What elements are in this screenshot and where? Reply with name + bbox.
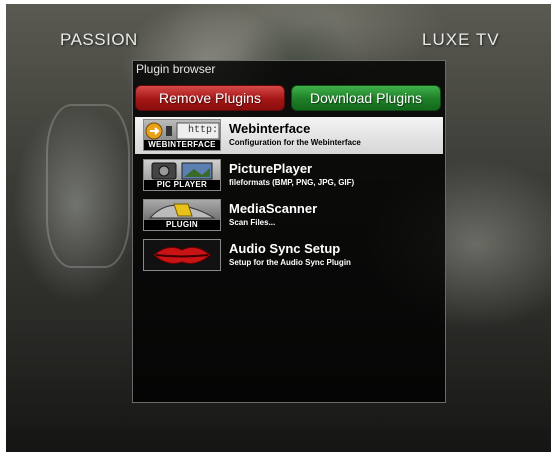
download-plugins-button[interactable]: Download Plugins <box>291 85 441 111</box>
channel-name-left: PASSION <box>60 30 138 49</box>
plugin-description: Setup for the Audio Sync Plugin <box>229 258 351 267</box>
icon-http-text: http: <box>188 125 219 136</box>
plugin-name: PicturePlayer <box>229 161 313 176</box>
plugin-description: fileformats (BMP, PNG, JPG, GIF) <box>229 178 355 187</box>
remove-plugins-button[interactable]: Remove Plugins <box>135 85 285 111</box>
icon-caption: WEBINTERFACE <box>144 140 220 150</box>
tv-screen: PASSION LUXE TV Plugin browser Remove Pl… <box>6 4 551 452</box>
plugin-item-audio-sync[interactable]: Audio Sync Setup Setup for the Audio Syn… <box>135 237 443 274</box>
background-glass <box>46 104 130 268</box>
lips-icon <box>143 239 221 271</box>
picture-player-icon: PIC PLAYER <box>143 159 221 191</box>
channel-logo-right: LUXE TV <box>422 30 500 49</box>
plugin-name: Webinterface <box>229 121 311 136</box>
plugin-description: Scan Files... <box>229 218 276 227</box>
dialog-title: Plugin browser <box>136 62 216 76</box>
webinterface-icon: http: WEBINTERFACE <box>143 119 221 151</box>
plugin-icon: PLUGIN <box>143 199 221 231</box>
plugin-item-mediascanner[interactable]: PLUGIN MediaScanner Scan Files... <box>135 197 443 234</box>
plugin-item-pictureplayer[interactable]: PIC PLAYER PicturePlayer fileformats (BM… <box>135 157 443 194</box>
plugin-browser-dialog: Plugin browser Remove Plugins Download P… <box>132 60 446 403</box>
plugin-item-webinterface[interactable]: http: WEBINTERFACE Webinterface Configur… <box>135 117 443 154</box>
icon-caption: PLUGIN <box>144 220 220 230</box>
plugin-description: Configuration for the Webinterface <box>229 138 361 147</box>
plugin-name: MediaScanner <box>229 201 318 216</box>
plugin-name: Audio Sync Setup <box>229 241 341 256</box>
icon-caption: PIC PLAYER <box>144 180 220 190</box>
plugin-list: http: WEBINTERFACE Webinterface Configur… <box>135 117 443 277</box>
